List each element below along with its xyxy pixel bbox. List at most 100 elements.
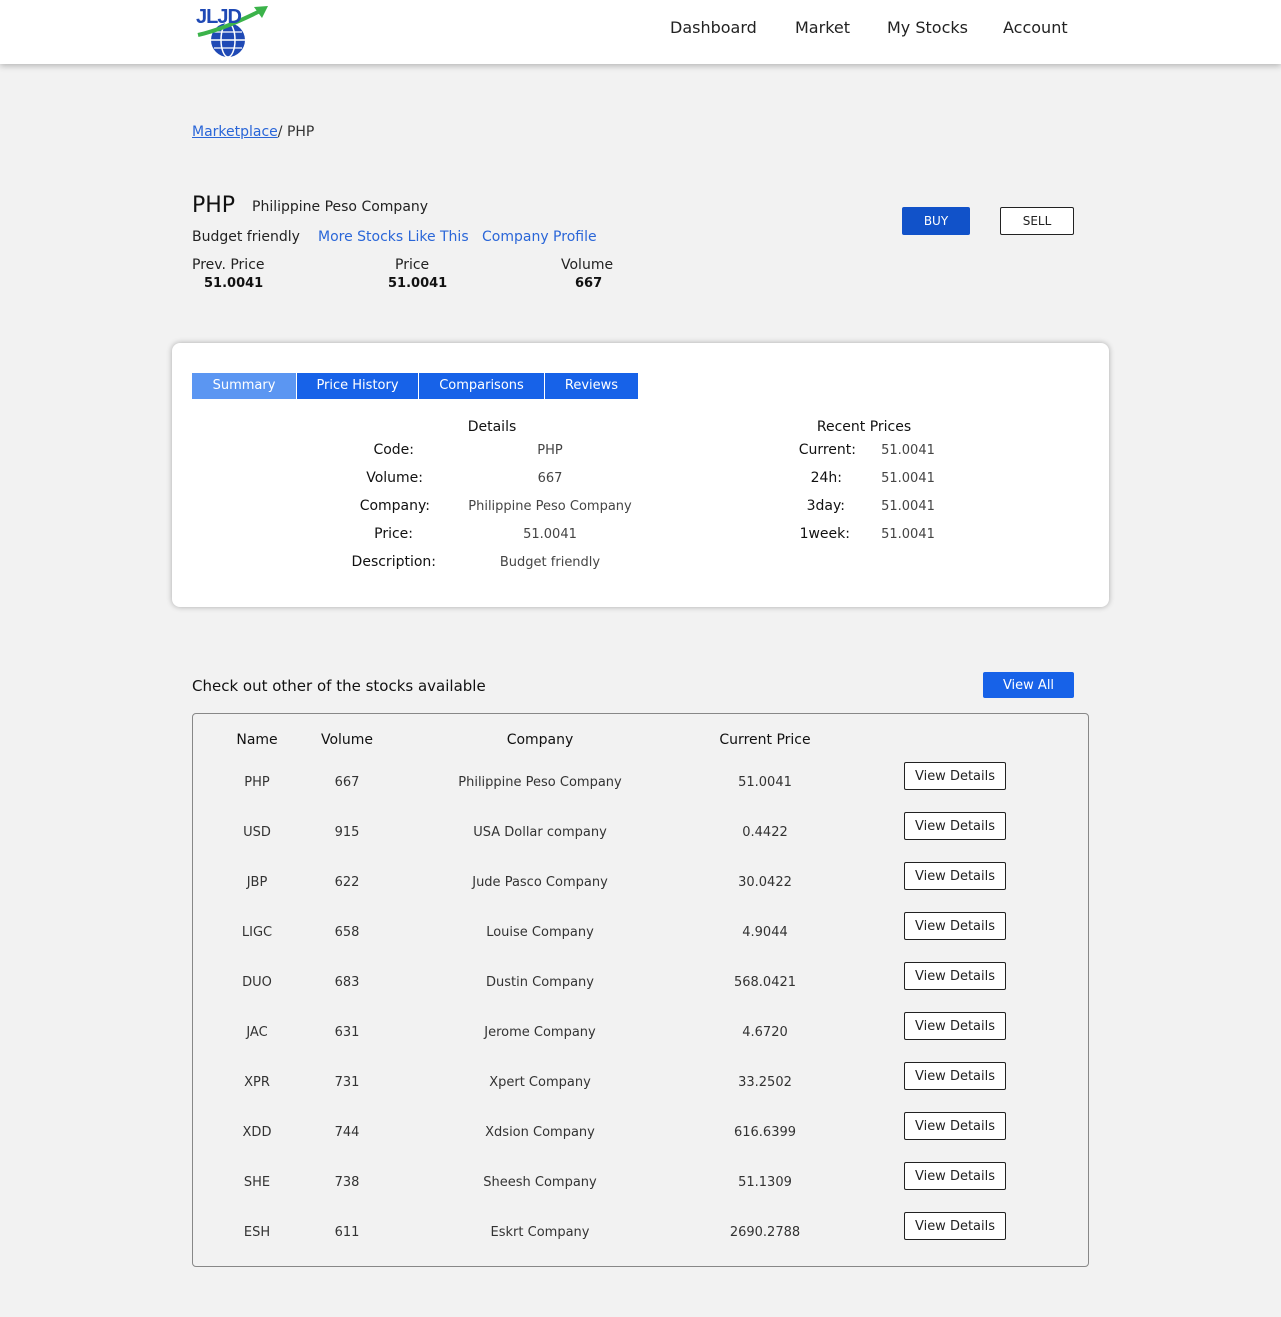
cell-company: Louise Company xyxy=(486,925,594,940)
view-details-button[interactable]: View Details xyxy=(904,1162,1006,1190)
cell-name: USD xyxy=(243,825,271,840)
nav-account[interactable]: Account xyxy=(1003,18,1068,37)
cell-name: LIGC xyxy=(241,925,273,940)
detail-value-company: Philippine Peso Company xyxy=(468,499,632,514)
view-details-button[interactable]: View Details xyxy=(904,1012,1006,1040)
volume-value: 667 xyxy=(575,276,603,291)
cell-price: 2690.2788 xyxy=(729,1225,801,1240)
table-header-company: Company xyxy=(506,732,574,748)
tab-summary[interactable]: Summary xyxy=(192,373,296,399)
price-value: 51.0041 xyxy=(388,276,448,291)
nav-market[interactable]: Market xyxy=(795,18,850,37)
cell-volume: 731 xyxy=(334,1075,360,1090)
recent-label-1week: 1week: xyxy=(799,526,850,542)
cell-name: XDD xyxy=(242,1125,272,1140)
cell-company: Jude Pasco Company xyxy=(472,875,608,890)
cell-price: 0.4422 xyxy=(742,825,788,840)
view-details-button[interactable]: View Details xyxy=(904,762,1006,790)
cell-name: XPR xyxy=(244,1075,270,1090)
cell-price: 568.0421 xyxy=(733,975,797,990)
detail-value-volume: 667 xyxy=(537,471,563,486)
volume-label: Volume xyxy=(561,257,614,273)
breadcrumb-marketplace-link[interactable]: Marketplace xyxy=(192,124,278,140)
detail-label-volume: Volume: xyxy=(366,470,423,486)
detail-label-description: Description: xyxy=(351,554,436,570)
summary-card: Summary Price History Comparisons Review… xyxy=(172,343,1109,607)
buy-button[interactable]: BUY xyxy=(902,207,970,235)
table-header-current-price: Current Price xyxy=(719,732,811,748)
view-all-button[interactable]: View All xyxy=(983,672,1074,698)
view-details-button[interactable]: View Details xyxy=(904,812,1006,840)
tab-comparisons[interactable]: Comparisons xyxy=(419,373,544,399)
cell-name: SHE xyxy=(243,1175,271,1190)
recent-label-current: Current: xyxy=(798,442,856,458)
cell-price: 616.6399 xyxy=(733,1125,797,1140)
cell-volume: 622 xyxy=(334,875,360,890)
price-label: Price xyxy=(395,257,430,273)
nav-dashboard[interactable]: Dashboard xyxy=(670,18,757,37)
table-header-volume: Volume xyxy=(320,732,374,748)
stocks-table: Name Volume Company Current Price PHP 667… xyxy=(192,713,1089,1267)
view-details-button[interactable]: View Details xyxy=(904,962,1006,990)
cell-volume: 744 xyxy=(334,1125,360,1140)
cell-name: JAC xyxy=(246,1025,268,1040)
cell-volume: 631 xyxy=(334,1025,360,1040)
recent-label-3day: 3day: xyxy=(806,498,845,514)
cell-price: 33.2502 xyxy=(738,1075,792,1090)
cell-name: DUO xyxy=(242,975,272,990)
cell-volume: 658 xyxy=(334,925,360,940)
cell-volume: 611 xyxy=(334,1225,360,1240)
breadcrumb-current: / PHP xyxy=(277,124,315,140)
cell-price: 51.0041 xyxy=(738,775,792,790)
cell-company: Eskrt Company xyxy=(490,1225,590,1240)
breadcrumb: Marketplace/ PHP xyxy=(192,124,314,140)
company-profile-link[interactable]: Company Profile xyxy=(482,229,597,245)
table-header-name: Name xyxy=(236,732,278,748)
cell-company: Jerome Company xyxy=(484,1025,596,1040)
cell-name: PHP xyxy=(244,775,270,790)
recent-value-current: 51.0041 xyxy=(881,443,935,458)
recent-prices-title: Recent Prices xyxy=(816,419,912,435)
recent-value-1week: 51.0041 xyxy=(881,527,935,542)
cell-volume: 667 xyxy=(334,775,360,790)
top-navbar: JLJD Dashboard Market My Stocks Account xyxy=(0,0,1281,64)
stock-code: PHP xyxy=(192,193,236,218)
cell-company: Philippine Peso Company xyxy=(458,775,622,790)
prev-price-value: 51.0041 xyxy=(204,276,264,291)
view-details-button[interactable]: View Details xyxy=(904,862,1006,890)
prev-price-label: Prev. Price xyxy=(192,257,265,273)
detail-value-price: 51.0041 xyxy=(523,527,577,542)
details-title: Details xyxy=(467,419,517,435)
cell-price: 4.9044 xyxy=(742,925,788,940)
view-details-button[interactable]: View Details xyxy=(904,1112,1006,1140)
cell-volume: 738 xyxy=(334,1175,360,1190)
more-stocks-link[interactable]: More Stocks Like This xyxy=(318,229,469,245)
view-details-button[interactable]: View Details xyxy=(904,1212,1006,1240)
logo-text: JLJD xyxy=(196,6,242,28)
detail-label-company: Company: xyxy=(359,498,430,514)
stock-company-name: Philippine Peso Company xyxy=(252,199,429,215)
stock-tag: Budget friendly xyxy=(192,229,300,245)
recent-label-24h: 24h: xyxy=(810,470,842,486)
tab-price-history[interactable]: Price History xyxy=(297,373,418,399)
cell-volume: 683 xyxy=(334,975,360,990)
cell-price: 51.1309 xyxy=(738,1175,792,1190)
sell-button[interactable]: SELL xyxy=(1000,207,1074,235)
detail-label-code: Code: xyxy=(373,442,414,458)
cell-company: Xdsion Company xyxy=(485,1125,595,1140)
recent-value-3day: 51.0041 xyxy=(881,499,935,514)
nav-my-stocks[interactable]: My Stocks xyxy=(887,18,968,37)
detail-value-code: PHP xyxy=(537,443,563,458)
brand-logo[interactable]: JLJD xyxy=(194,3,272,59)
tab-reviews[interactable]: Reviews xyxy=(545,373,638,399)
table-row: ESH 611 Eskrt Company 2690.2788 View Details xyxy=(193,1212,1088,1271)
cell-price: 4.6720 xyxy=(742,1025,788,1040)
cell-company: USA Dollar company xyxy=(473,825,607,840)
cell-company: Dustin Company xyxy=(486,975,594,990)
recent-value-24h: 51.0041 xyxy=(881,471,935,486)
other-stocks-title: Check out other of the stocks available xyxy=(192,677,486,695)
view-details-button[interactable]: View Details xyxy=(904,912,1006,940)
cell-volume: 915 xyxy=(334,825,360,840)
detail-label-price: Price: xyxy=(374,526,413,542)
view-details-button[interactable]: View Details xyxy=(904,1062,1006,1090)
